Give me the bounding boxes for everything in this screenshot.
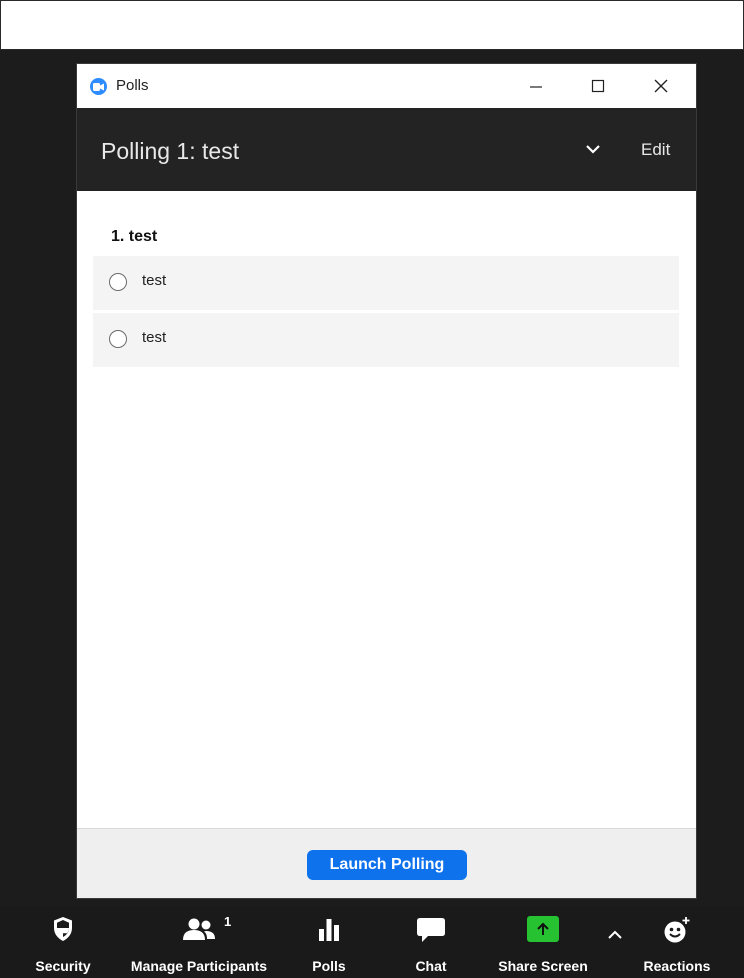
toolbar-chat[interactable]: Chat xyxy=(398,906,464,978)
maximize-button[interactable] xyxy=(569,64,627,108)
minimize-button[interactable] xyxy=(507,64,565,108)
toolbar-label: Chat xyxy=(415,958,447,974)
toolbar-label: Manage Participants xyxy=(130,958,268,974)
poll-footer: Launch Polling xyxy=(77,828,696,898)
toolbar-label: Polls xyxy=(312,958,346,974)
poll-title: Polling 1: test xyxy=(101,138,240,164)
toolbar-label: Reactions xyxy=(643,958,711,974)
toolbar-reactions[interactable]: Reactions xyxy=(630,906,724,978)
share-options-caret-icon[interactable] xyxy=(604,924,626,946)
option-label: test xyxy=(142,272,167,289)
chat-icon xyxy=(417,918,445,942)
poll-option[interactable]: test xyxy=(93,313,679,367)
poll-option[interactable]: test xyxy=(93,256,679,310)
zoom-app-icon xyxy=(90,78,107,95)
close-icon xyxy=(654,79,668,93)
reactions-icon xyxy=(664,917,690,943)
edit-button[interactable]: Edit xyxy=(641,140,670,160)
minimize-icon xyxy=(530,86,542,88)
shield-icon xyxy=(54,917,72,941)
title-bar: Polls xyxy=(77,64,696,108)
polls-window: Polls Polling 1: test Edit 1. test test xyxy=(77,64,696,898)
toolbar-security[interactable]: Security xyxy=(23,906,103,978)
toolbar-manage-participants[interactable]: 1 Manage Participants xyxy=(118,906,280,978)
polls-icon xyxy=(319,919,339,941)
toolbar-label: Security xyxy=(35,958,91,974)
question-title: 1. test xyxy=(111,228,158,245)
top-strip xyxy=(0,0,744,50)
poll-header: Polling 1: test Edit xyxy=(77,108,696,191)
option-label: test xyxy=(142,329,167,346)
maximize-icon xyxy=(591,79,605,93)
radio-button[interactable] xyxy=(109,273,127,291)
meeting-toolbar: Security 1 Manage Participants Polls Cha… xyxy=(0,906,744,978)
participant-count: 1 xyxy=(224,914,232,929)
close-button[interactable] xyxy=(632,64,690,108)
share-screen-icon xyxy=(527,916,559,942)
toolbar-share-screen[interactable]: Share Screen xyxy=(490,906,596,978)
radio-button[interactable] xyxy=(109,330,127,348)
toolbar-label: Share Screen xyxy=(498,958,588,974)
participants-icon xyxy=(183,918,215,940)
launch-polling-button[interactable]: Launch Polling xyxy=(307,850,467,880)
chevron-down-icon[interactable] xyxy=(584,142,602,156)
window-title: Polls xyxy=(116,77,149,94)
toolbar-polls[interactable]: Polls xyxy=(300,906,358,978)
